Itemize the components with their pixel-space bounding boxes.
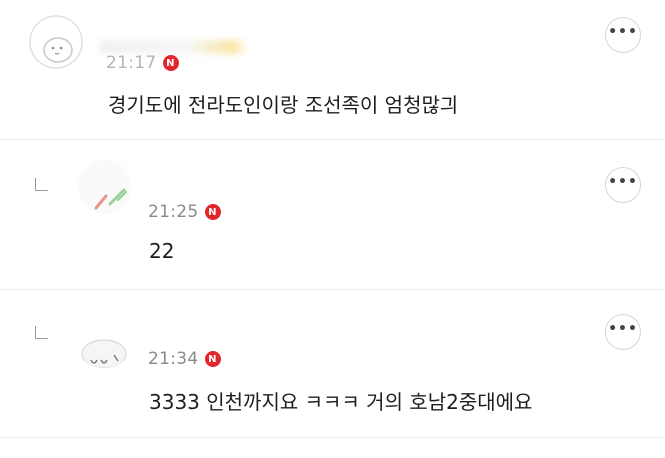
more-options-button[interactable]: ••• — [605, 167, 641, 203]
comment-time: 21:17 — [106, 53, 157, 73]
avatar[interactable] — [28, 14, 84, 70]
reply-indent-icon — [35, 178, 48, 191]
divider — [0, 437, 665, 438]
comment-text: 경기도에 전라도인이랑 조선족이 엄청많긔 — [108, 93, 459, 117]
comment-item: 21:34 N 3333 인천까지요 ㅋㅋㅋ 거의 호남2중대에요 ••• — [0, 290, 665, 438]
new-badge-icon: N — [204, 204, 221, 220]
more-horizontal-icon: ••• — [608, 174, 638, 190]
comment-item: 21:25 N 22 ••• — [0, 140, 665, 289]
more-options-button[interactable]: ••• — [605, 314, 641, 350]
reply-indent-icon — [35, 326, 48, 339]
comment-meta: 21:25 N — [148, 202, 221, 222]
avatar[interactable] — [76, 158, 134, 216]
comment-time: 21:34 — [148, 349, 199, 369]
author-name-blurred — [98, 40, 248, 54]
comment-text: 3333 인천까지요 ㅋㅋㅋ 거의 호남2중대에요 — [149, 390, 533, 414]
comment-item: 21:17 N 경기도에 전라도인이랑 조선족이 엄청많긔 ••• — [0, 0, 665, 139]
comment-meta: 21:34 N — [148, 349, 221, 369]
more-options-button[interactable]: ••• — [605, 17, 641, 53]
avatar[interactable] — [74, 308, 134, 368]
more-horizontal-icon: ••• — [608, 24, 638, 40]
comment-meta: 21:17 N — [106, 53, 179, 73]
profile-avatar-icon — [78, 160, 132, 214]
new-badge-icon: N — [162, 55, 179, 71]
more-horizontal-icon: ••• — [608, 321, 638, 337]
profile-avatar-icon — [29, 15, 83, 69]
comment-text: 22 — [149, 239, 175, 263]
comment-time: 21:25 — [148, 202, 199, 222]
profile-avatar-icon — [76, 310, 132, 368]
new-badge-icon: N — [204, 351, 221, 367]
